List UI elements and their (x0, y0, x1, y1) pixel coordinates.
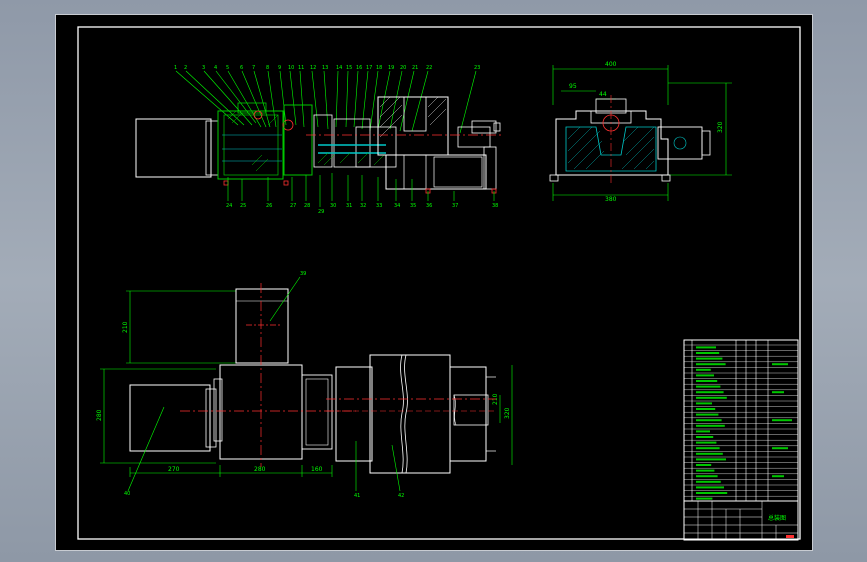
drawing-title: 总装图 (768, 514, 786, 522)
svg-text:42: 42 (398, 493, 404, 499)
svg-text:4: 4 (214, 65, 217, 71)
roller-housing-right (449, 366, 487, 462)
svg-text:25: 25 (240, 203, 246, 209)
svg-text:3: 3 (202, 65, 205, 71)
horizontal-motor (129, 384, 211, 452)
dim-top-mid: 44 (599, 91, 607, 98)
dim-top-width: 400 (605, 61, 617, 68)
dim-right-h2: 320 (504, 407, 511, 419)
svg-text:41: 41 (354, 493, 360, 499)
svg-text:35: 35 (410, 203, 416, 209)
side-motor (657, 126, 703, 160)
svg-text:30: 30 (330, 203, 336, 209)
svg-text:17: 17 (366, 65, 372, 71)
parts-list: 总装图 (683, 339, 799, 541)
svg-text:2: 2 (184, 65, 187, 71)
svg-text:32: 32 (360, 203, 366, 209)
svg-text:7: 7 (252, 65, 255, 71)
svg-text:5: 5 (226, 65, 229, 71)
side-view: 400 95 44 380 320 (549, 61, 732, 203)
cad-viewport[interactable]: 123 456 789 10 11 12 13 14 15 16 17 18 19 20 21 … (55, 14, 813, 551)
svg-text:29: 29 (318, 209, 324, 215)
svg-text:31: 31 (346, 203, 352, 209)
svg-text:18: 18 (376, 65, 382, 71)
svg-text:34: 34 (394, 203, 400, 209)
sectional-view: 123 456 789 10 11 12 13 14 15 16 17 18 19 20 21 … (135, 65, 502, 215)
roller-housing-left (335, 366, 373, 462)
svg-text:38: 38 (492, 203, 498, 209)
svg-text:24: 24 (226, 203, 232, 209)
plan-view: 210 280 270 280 160 210 320 3940 41 42 (96, 271, 513, 499)
svg-text:14: 14 (336, 65, 342, 71)
svg-text:23: 23 (474, 65, 480, 71)
svg-text:39: 39 (300, 271, 306, 277)
svg-text:9: 9 (278, 65, 281, 71)
machine-bed (385, 154, 487, 190)
roller-drum (369, 354, 451, 474)
svg-text:8: 8 (266, 65, 269, 71)
dim-reducer-height: 280 (96, 409, 103, 421)
dim-len-b: 280 (254, 466, 266, 473)
dim-len-a: 270 (168, 466, 180, 473)
svg-text:12: 12 (310, 65, 316, 71)
svg-text:11: 11 (298, 65, 304, 71)
part-leaders-top (175, 70, 477, 134)
svg-text:26: 26 (266, 203, 272, 209)
dim-top-left: 95 (569, 83, 577, 90)
svg-text:16: 16 (356, 65, 362, 71)
svg-text:6: 6 (240, 65, 243, 71)
svg-text:15: 15 (346, 65, 352, 71)
svg-text:27: 27 (290, 203, 296, 209)
svg-text:20: 20 (400, 65, 406, 71)
svg-text:36: 36 (426, 203, 432, 209)
svg-text:28: 28 (304, 203, 310, 209)
svg-text:10: 10 (288, 65, 294, 71)
svg-text:21: 21 (412, 65, 418, 71)
part-numbers-top: 123 456 789 10 11 12 13 14 15 16 17 18 19 20 21 … (174, 65, 480, 71)
svg-text:40: 40 (124, 491, 130, 497)
svg-text:37: 37 (452, 203, 458, 209)
svg-text:13: 13 (322, 65, 328, 71)
housing-outline (555, 110, 669, 176)
dim-base-width: 380 (605, 196, 617, 203)
gearbox-housing (217, 110, 284, 180)
assembly-drawing: 123 456 789 10 11 12 13 14 15 16 17 18 19 20 21 … (77, 26, 801, 541)
clamp-block (377, 96, 449, 156)
svg-text:22: 22 (426, 65, 432, 71)
dim-side-height: 320 (717, 121, 724, 133)
dim-motor-height: 210 (122, 321, 129, 333)
vertical-motor (235, 288, 289, 364)
dim-len-c: 160 (311, 466, 323, 473)
motor-body (135, 118, 212, 178)
svg-text:33: 33 (376, 203, 382, 209)
coupling-housing (283, 104, 313, 176)
svg-text:19: 19 (388, 65, 394, 71)
svg-text:1: 1 (174, 65, 177, 71)
